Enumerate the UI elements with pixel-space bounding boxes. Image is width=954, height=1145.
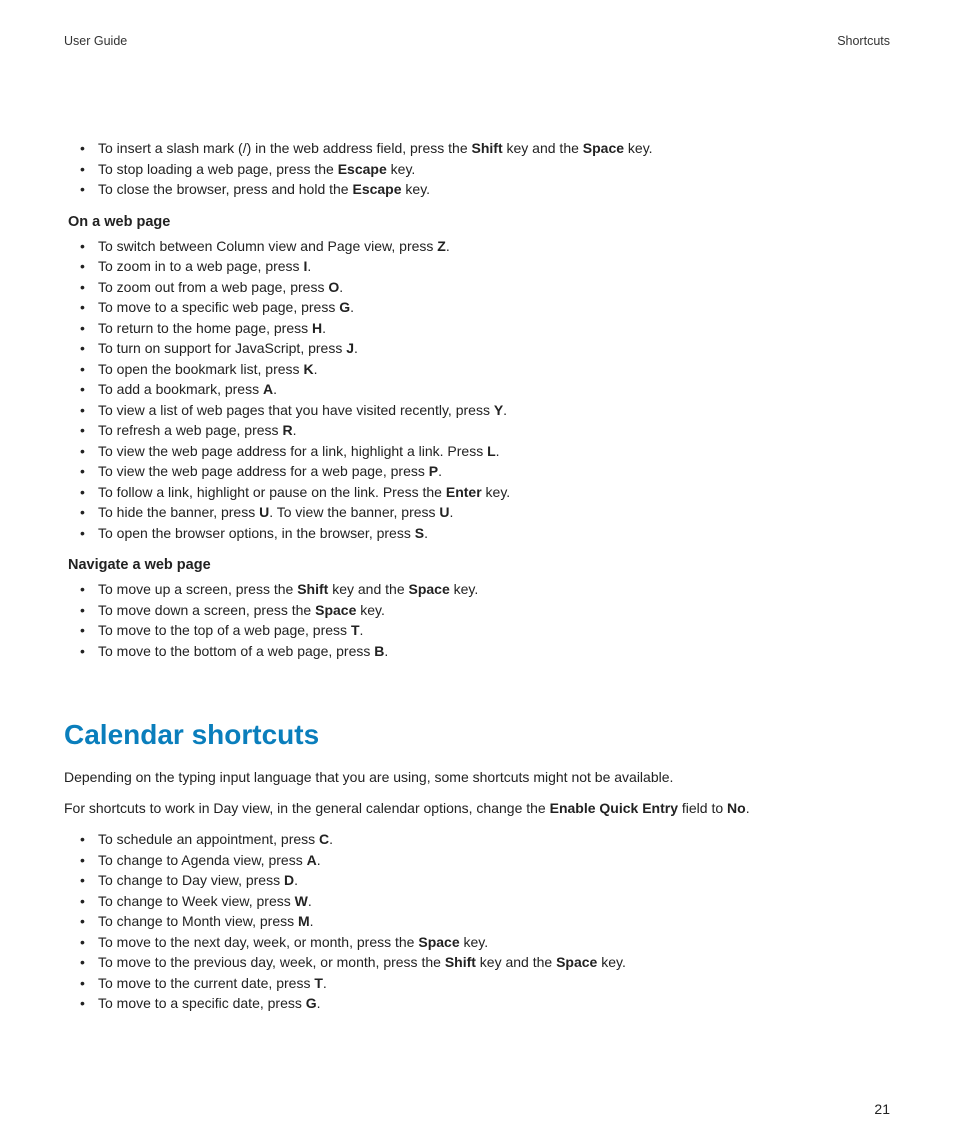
list-item: To change to Agenda view, press A. bbox=[98, 850, 890, 871]
calendar-para-1: Depending on the typing input language t… bbox=[64, 767, 890, 788]
list-item: To add a bookmark, press A. bbox=[98, 379, 890, 400]
list-item: To move to a specific web page, press G. bbox=[98, 297, 890, 318]
list-item: To change to Day view, press D. bbox=[98, 870, 890, 891]
bold-key: H bbox=[312, 320, 322, 336]
bold-key: Y bbox=[494, 402, 503, 418]
calendar-para-2: For shortcuts to work in Day view, in th… bbox=[64, 798, 890, 819]
bold-key: T bbox=[351, 622, 360, 638]
bold-key: Shift bbox=[297, 581, 328, 597]
bold-key: U bbox=[439, 504, 449, 520]
bold-key: D bbox=[284, 872, 294, 888]
page-header: User Guide Shortcuts bbox=[64, 34, 890, 48]
header-right: Shortcuts bbox=[837, 34, 890, 48]
list-item: To return to the home page, press H. bbox=[98, 318, 890, 339]
bold-key: Escape bbox=[352, 181, 401, 197]
subhead-on-a-web-page: On a web page bbox=[68, 214, 890, 230]
bold-key: T bbox=[314, 975, 323, 991]
bold-key: No bbox=[727, 800, 746, 816]
bold-key: U bbox=[259, 504, 269, 520]
list-item: To stop loading a web page, press the Es… bbox=[98, 159, 890, 180]
bold-key: I bbox=[303, 258, 307, 274]
bold-key: S bbox=[415, 525, 424, 541]
intro-list: To insert a slash mark (/) in the web ad… bbox=[64, 138, 890, 200]
list-item: To zoom out from a web page, press O. bbox=[98, 277, 890, 298]
navigate-list: To move up a screen, press the Shift key… bbox=[64, 579, 890, 661]
bold-key: Shift bbox=[445, 954, 476, 970]
list-item: To turn on support for JavaScript, press… bbox=[98, 338, 890, 359]
list-item: To schedule an appointment, press C. bbox=[98, 829, 890, 850]
bold-key: M bbox=[298, 913, 310, 929]
bold-key: Shift bbox=[472, 140, 503, 156]
bold-key: L bbox=[487, 443, 496, 459]
web-page-list: To switch between Column view and Page v… bbox=[64, 236, 890, 544]
bold-key: Space bbox=[409, 581, 450, 597]
list-item: To move to the top of a web page, press … bbox=[98, 620, 890, 641]
bold-key: W bbox=[295, 893, 308, 909]
list-item: To move down a screen, press the Space k… bbox=[98, 600, 890, 621]
list-item: To move up a screen, press the Shift key… bbox=[98, 579, 890, 600]
bold-key: G bbox=[339, 299, 350, 315]
list-item: To refresh a web page, press R. bbox=[98, 420, 890, 441]
page: User Guide Shortcuts To insert a slash m… bbox=[0, 0, 954, 1145]
list-item: To open the bookmark list, press K. bbox=[98, 359, 890, 380]
bold-key: Z bbox=[437, 238, 446, 254]
calendar-list: To schedule an appointment, press C. To … bbox=[64, 829, 890, 1014]
bold-key: A bbox=[263, 381, 273, 397]
list-item: To move to the next day, week, or month,… bbox=[98, 932, 890, 953]
list-item: To move to a specific date, press G. bbox=[98, 993, 890, 1014]
list-item: To change to Week view, press W. bbox=[98, 891, 890, 912]
bold-key: Space bbox=[556, 954, 597, 970]
list-item: To move to the bottom of a web page, pre… bbox=[98, 641, 890, 662]
list-item: To view a list of web pages that you hav… bbox=[98, 400, 890, 421]
list-item: To insert a slash mark (/) in the web ad… bbox=[98, 138, 890, 159]
bold-key: C bbox=[319, 831, 329, 847]
bold-key: Space bbox=[418, 934, 459, 950]
page-number: 21 bbox=[874, 1101, 890, 1117]
bold-key: P bbox=[429, 463, 438, 479]
bold-key: Enable Quick Entry bbox=[550, 800, 678, 816]
bold-key: Enter bbox=[446, 484, 482, 500]
bold-key: J bbox=[346, 340, 354, 356]
list-item: To follow a link, highlight or pause on … bbox=[98, 482, 890, 503]
list-item: To change to Month view, press M. bbox=[98, 911, 890, 932]
bold-key: B bbox=[374, 643, 384, 659]
bold-key: K bbox=[303, 361, 313, 377]
list-item: To close the browser, press and hold the… bbox=[98, 179, 890, 200]
bold-key: Space bbox=[315, 602, 356, 618]
header-left: User Guide bbox=[64, 34, 127, 48]
list-item: To zoom in to a web page, press I. bbox=[98, 256, 890, 277]
bold-key: Escape bbox=[338, 161, 387, 177]
list-item: To hide the banner, press U. To view the… bbox=[98, 502, 890, 523]
list-item: To open the browser options, in the brow… bbox=[98, 523, 890, 544]
bold-key: A bbox=[307, 852, 317, 868]
list-item: To view the web page address for a web p… bbox=[98, 461, 890, 482]
list-item: To move to the current date, press T. bbox=[98, 973, 890, 994]
subhead-navigate: Navigate a web page bbox=[68, 557, 890, 573]
bold-key: G bbox=[306, 995, 317, 1011]
bold-key: O bbox=[328, 279, 339, 295]
list-item: To view the web page address for a link,… bbox=[98, 441, 890, 462]
section-heading-calendar: Calendar shortcuts bbox=[64, 719, 890, 751]
list-item: To move to the previous day, week, or mo… bbox=[98, 952, 890, 973]
bold-key: R bbox=[282, 422, 292, 438]
bold-key: Space bbox=[583, 140, 624, 156]
list-item: To switch between Column view and Page v… bbox=[98, 236, 890, 257]
